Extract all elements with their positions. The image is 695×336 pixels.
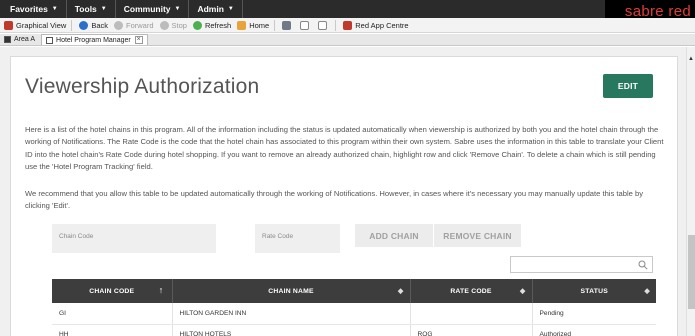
column-header-label: CHAIN NAME (268, 287, 314, 295)
column-header-label: RATE CODE (450, 287, 492, 295)
toolbar: Graphical View Back Forward Stop Refresh… (0, 18, 695, 33)
menu-admin-label: Admin (197, 4, 224, 14)
paste-icon (318, 20, 328, 30)
toolbar-divider (335, 19, 337, 31)
menu-community-label: Community (123, 4, 171, 14)
back-label: Back (91, 20, 108, 30)
workspace: Viewership Authorization EDIT Here is a … (0, 47, 695, 336)
chevron-down-icon: ▼ (227, 6, 234, 12)
home-button[interactable]: Home (237, 18, 269, 33)
description-paragraph: Here is a list of the hotel chains in th… (25, 125, 664, 172)
rate-code-field[interactable]: Rate Code (255, 224, 340, 253)
search-input[interactable] (510, 256, 653, 273)
home-icon (237, 20, 247, 30)
forward-label: Forward (126, 20, 154, 30)
menu-tools-label: Tools (74, 4, 97, 14)
remove-chain-button[interactable]: REMOVE CHAIN (434, 224, 521, 247)
chevron-down-icon: ▼ (174, 6, 181, 12)
scroll-up-arrow-icon[interactable]: ▲ (688, 56, 694, 62)
chevron-down-icon: ▼ (100, 6, 107, 12)
edit-button[interactable]: EDIT (603, 74, 653, 98)
chevron-down-icon: ▼ (51, 6, 58, 12)
rate-code-cell (410, 303, 533, 325)
column-header-status[interactable]: STATUS ◆ (532, 279, 656, 303)
chains-table: CHAIN CODE ↑ CHAIN NAME ◆ RATE CODE ◆ ST… (52, 279, 656, 336)
stop-button[interactable]: Stop (159, 18, 187, 33)
window-icon (46, 36, 54, 44)
stop-icon (159, 20, 169, 30)
chain-code-cell: HH (52, 324, 173, 336)
graphical-view-label: Graphical View (16, 20, 67, 30)
menu-community[interactable]: Community ▼ (116, 0, 190, 18)
vertical-scrollbar[interactable]: ▲ (686, 47, 695, 336)
search-icon[interactable] (638, 260, 648, 270)
column-header-label: CHAIN CODE (89, 287, 135, 295)
window-icon (4, 36, 11, 43)
sort-icon: ◆ (644, 288, 650, 295)
print-button[interactable] (282, 18, 294, 33)
red-app-centre-icon (343, 20, 353, 30)
chain-name-cell: HILTON HOTELS (172, 324, 411, 336)
refresh-label: Refresh (204, 20, 232, 30)
add-chain-button[interactable]: ADD CHAIN (355, 224, 433, 247)
red-app-centre-button[interactable]: Red App Centre (343, 18, 409, 33)
copy-icon (300, 20, 310, 30)
tab-area-a-label: Area A (14, 36, 36, 43)
copy-button[interactable] (300, 18, 312, 33)
table-row[interactable]: GI HILTON GARDEN INN Pending (52, 303, 656, 325)
column-header-chain-name[interactable]: CHAIN NAME ◆ (172, 279, 411, 303)
sort-up-arrow-icon: ↑ (158, 285, 164, 295)
tab-area-a[interactable]: Area A (0, 34, 39, 45)
tab-hotel-program-manager[interactable]: Hotel Program Manager × (41, 34, 148, 45)
menu-admin[interactable]: Admin ▼ (189, 0, 243, 18)
chain-name-cell: HILTON GARDEN INN (172, 303, 411, 325)
status-cell: Pending (532, 303, 656, 325)
viewership-panel: Viewership Authorization EDIT Here is a … (10, 56, 678, 336)
graphical-view-button[interactable]: Graphical View (4, 18, 66, 33)
page-title: Viewership Authorization (25, 75, 260, 98)
back-button[interactable]: Back (79, 18, 108, 33)
stop-label: Stop (171, 20, 187, 30)
menu-tools[interactable]: Tools ▼ (67, 0, 116, 18)
column-header-label: STATUS (580, 287, 608, 295)
rate-code-placeholder: Rate Code (262, 233, 294, 240)
rate-code-cell: ROG (410, 324, 533, 336)
chain-code-field[interactable]: Chain Code (52, 224, 216, 253)
home-label: Home (249, 20, 270, 30)
graphical-view-icon (4, 20, 13, 30)
tab-strip: Area A Hotel Program Manager × (0, 34, 695, 46)
paste-button[interactable] (318, 18, 330, 33)
chain-code-cell: GI (52, 303, 173, 325)
table-row[interactable]: HH HILTON HOTELS ROG Authorized (52, 324, 656, 336)
column-header-chain-code[interactable]: CHAIN CODE ↑ (52, 279, 173, 303)
tab-hotel-program-manager-label: Hotel Program Manager (56, 36, 131, 44)
top-menu-bar: Favorites ▼ Tools ▼ Community ▼ Admin ▼ … (0, 0, 695, 22)
column-header-rate-code[interactable]: RATE CODE ◆ (410, 279, 533, 303)
sort-icon: ◆ (519, 288, 526, 295)
back-arrow-icon (79, 20, 89, 30)
sort-icon: ◆ (397, 288, 404, 295)
status-cell: Authorized (532, 324, 656, 336)
recommendation-paragraph: We recommend that you allow this table t… (25, 189, 643, 211)
menu-favorites-label: Favorites (10, 4, 48, 14)
toolbar-divider (274, 19, 276, 31)
refresh-button[interactable]: Refresh (192, 18, 232, 33)
close-icon[interactable]: × (134, 36, 143, 44)
toolbar-divider (71, 19, 73, 31)
forward-button[interactable]: Forward (114, 18, 154, 33)
red-app-centre-label: Red App Centre (355, 20, 409, 30)
menu-favorites[interactable]: Favorites ▼ (0, 0, 67, 18)
table-header-row: CHAIN CODE ↑ CHAIN NAME ◆ RATE CODE ◆ ST… (52, 279, 656, 303)
forward-arrow-icon (114, 20, 123, 30)
refresh-icon (192, 20, 202, 30)
print-icon (282, 20, 292, 30)
chain-code-placeholder: Chain Code (59, 233, 94, 240)
scrollbar-thumb[interactable] (688, 235, 695, 309)
